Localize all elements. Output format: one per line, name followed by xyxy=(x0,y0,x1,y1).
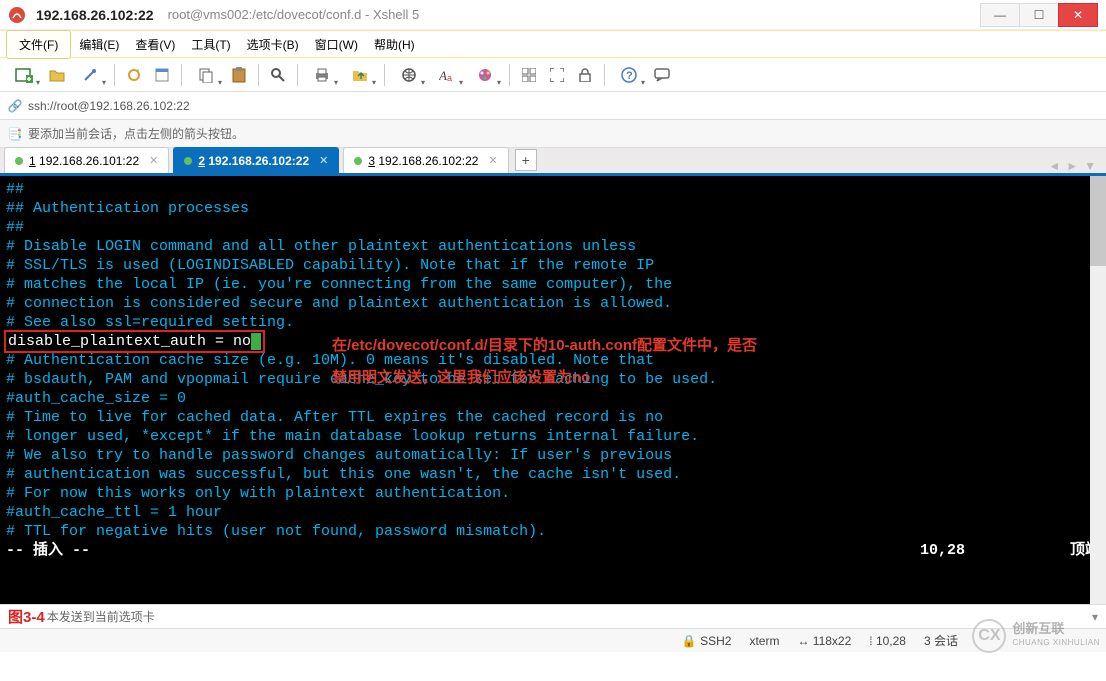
menu-bar: 文件(F) 编辑(E) 查看(V) 工具(T) 选项卡(B) 窗口(W) 帮助(… xyxy=(0,30,1106,58)
status-dot-icon xyxy=(15,157,23,165)
close-tab-icon[interactable]: ✕ xyxy=(319,154,328,167)
term-line: # matches the local IP (ie. you're conne… xyxy=(6,275,1100,294)
session-tab-2[interactable]: 2 192.168.26.102:22 ✕ xyxy=(173,147,339,173)
annotation-text: 在/etc/dovecot/conf.d/目录下的10-auth.conf配置文… xyxy=(332,336,757,355)
term-line: # connection is considered secure and pl… xyxy=(6,294,1100,313)
term-line: # Time to live for cached data. After TT… xyxy=(6,408,1100,427)
menu-file[interactable]: 文件(F) xyxy=(11,33,66,56)
close-tab-icon[interactable]: ✕ xyxy=(149,154,158,167)
scrollbar-thumb[interactable] xyxy=(1090,176,1106,266)
cursor xyxy=(251,333,261,350)
vim-status-line: -- 插入 -- 10,28 顶端 xyxy=(6,541,1100,560)
term-line: ## xyxy=(6,218,1100,237)
watermark-logo-icon: CX xyxy=(972,619,1006,653)
tab-prev-icon[interactable]: ◄ xyxy=(1048,159,1060,173)
term-line: # authentication was successful, but thi… xyxy=(6,465,1100,484)
connect-button[interactable] xyxy=(72,62,108,88)
status-sessions: 3 会话 xyxy=(924,632,958,649)
status-cursor: ⁞ 10,28 xyxy=(869,634,906,648)
new-session-button[interactable] xyxy=(6,62,42,88)
status-size: ↔ 118x22 xyxy=(797,634,851,648)
address-bar: 🔗 ssh://root@192.168.26.102:22 xyxy=(0,92,1106,120)
menu-help[interactable]: 帮助(H) xyxy=(366,33,423,56)
tab-list-icon[interactable]: ▼ xyxy=(1084,159,1096,173)
term-line: # For now this works only with plaintext… xyxy=(6,484,1100,503)
add-tab-button[interactable]: + xyxy=(515,149,537,171)
lock-button[interactable] xyxy=(572,62,598,88)
font-button[interactable]: Aa xyxy=(429,62,465,88)
window-title-path: root@vms002:/etc/dovecot/conf.d - Xshell… xyxy=(168,7,420,22)
term-line: # Disable LOGIN command and all other pl… xyxy=(6,237,1100,256)
ssh-icon: 🔒 xyxy=(682,634,697,648)
menu-tools[interactable]: 工具(T) xyxy=(183,33,238,56)
reconnect-button[interactable] xyxy=(121,62,147,88)
window-ip: 192.168.26.102:22 xyxy=(36,7,154,23)
term-line: ## Authentication processes xyxy=(6,199,1100,218)
menu-edit[interactable]: 编辑(E) xyxy=(71,33,127,56)
info-text: 要添加当前会话，点击左侧的箭头按钮。 xyxy=(28,125,244,142)
terminal-scrollbar[interactable] xyxy=(1090,176,1106,604)
help-button[interactable]: ? xyxy=(611,62,647,88)
watermark: CX 创新互联 CHUANG XINHULIAN xyxy=(972,619,1100,653)
paste-button[interactable] xyxy=(226,62,252,88)
menu-tabs[interactable]: 选项卡(B) xyxy=(239,33,307,56)
status-bar: 🔒 SSH2 xterm ↔ 118x22 ⁞ 10,28 3 会话 xyxy=(0,628,1106,652)
color-scheme-button[interactable] xyxy=(467,62,503,88)
annotation-text: 禁用明文发送，这里我们应该设置为no xyxy=(332,368,590,387)
tab-bar: 1 192.168.26.101:22 ✕ 2 192.168.26.102:2… xyxy=(0,148,1106,176)
status-term: xterm xyxy=(749,634,779,648)
size-icon: ↔ xyxy=(797,634,809,648)
link-icon[interactable]: 🔗 xyxy=(6,99,24,113)
term-line: #auth_cache_size = 0 xyxy=(6,389,1100,408)
print-button[interactable] xyxy=(304,62,340,88)
status-dot-icon xyxy=(184,157,192,165)
term-line: # longer used, *except* if the main data… xyxy=(6,427,1100,446)
tab-nav: ◄ ► ▼ xyxy=(1048,159,1102,173)
svg-text:A: A xyxy=(439,68,447,83)
term-line: # We also try to handle password changes… xyxy=(6,446,1100,465)
term-line: # SSL/TLS is used (LOGINDISABLED capabil… xyxy=(6,256,1100,275)
svg-text:?: ? xyxy=(626,70,633,82)
status-dot-icon xyxy=(354,157,362,165)
toolbar: Aa ? xyxy=(0,58,1106,92)
copy-button[interactable] xyxy=(188,62,224,88)
bookmark-icon[interactable]: 📑 xyxy=(6,127,24,141)
term-line: #auth_cache_ttl = 1 hour xyxy=(6,503,1100,522)
compose-bar: 图3-4 本发送到当前选项卡 ▾ xyxy=(0,604,1106,628)
terminal[interactable]: ## ## Authentication processes ## # Disa… xyxy=(0,176,1106,604)
fullscreen-button[interactable] xyxy=(544,62,570,88)
app-logo-icon xyxy=(8,6,26,24)
tile-button[interactable] xyxy=(516,62,542,88)
find-button[interactable] xyxy=(265,62,291,88)
language-button[interactable] xyxy=(391,62,427,88)
maximize-button[interactable]: ☐ xyxy=(1019,3,1059,27)
address-url[interactable]: ssh://root@192.168.26.102:22 xyxy=(28,99,1100,113)
file-transfer-button[interactable] xyxy=(342,62,378,88)
title-bar: 192.168.26.102:22 root@vms002:/etc/dovec… xyxy=(0,0,1106,30)
properties-button[interactable] xyxy=(149,62,175,88)
compose-hint[interactable]: 本发送到当前选项卡 xyxy=(47,608,155,625)
close-button[interactable]: ✕ xyxy=(1058,3,1098,27)
term-line: ## xyxy=(6,180,1100,199)
figure-label: 图3-4 xyxy=(8,606,45,627)
menu-view[interactable]: 查看(V) xyxy=(127,33,183,56)
close-tab-icon[interactable]: ✕ xyxy=(488,154,497,167)
info-bar: 📑 要添加当前会话，点击左侧的箭头按钮。 xyxy=(0,120,1106,148)
minimize-button[interactable]: — xyxy=(980,3,1020,27)
status-ssh: 🔒 SSH2 xyxy=(682,634,732,648)
term-line: # See also ssl=required setting. xyxy=(6,313,1100,332)
session-tab-1[interactable]: 1 192.168.26.101:22 ✕ xyxy=(4,147,169,173)
svg-text:a: a xyxy=(447,73,452,83)
term-line: # TTL for negative hits (user not found,… xyxy=(6,522,1100,541)
cursor-icon: ⁞ xyxy=(869,634,872,648)
session-tab-3[interactable]: 3 192.168.26.102:22 ✕ xyxy=(343,147,508,173)
open-button[interactable] xyxy=(44,62,70,88)
tab-next-icon[interactable]: ► xyxy=(1066,159,1078,173)
menu-window[interactable]: 窗口(W) xyxy=(307,33,366,56)
feedback-button[interactable] xyxy=(649,62,675,88)
